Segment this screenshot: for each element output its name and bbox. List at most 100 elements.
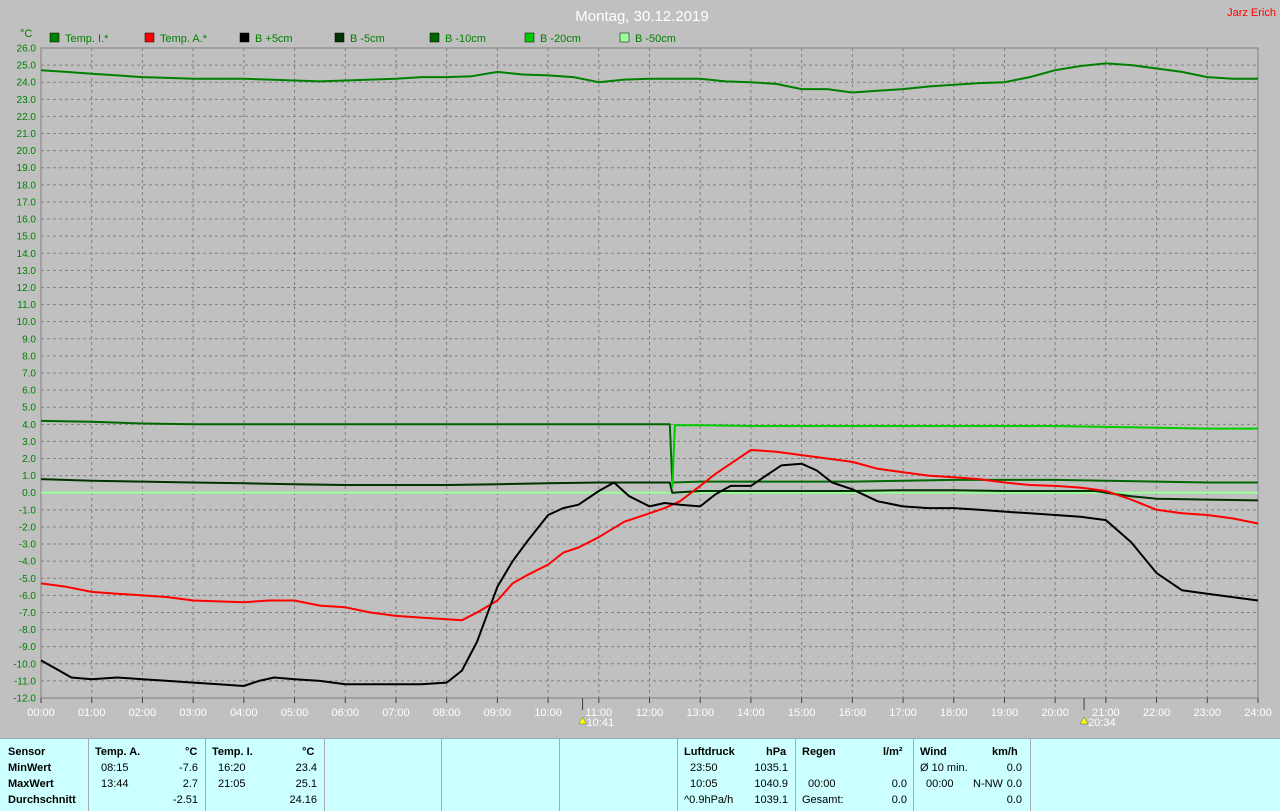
y-tick-label: -8.0 <box>19 625 37 636</box>
pressure-r1-time: 23:50 <box>690 762 718 774</box>
y-tick-label: 21.0 <box>17 129 37 140</box>
legend: Temp. I.* Temp. A.* B +5cm B -5cm B -10cm B -… <box>49 32 676 45</box>
y-tick-label: 14.0 <box>17 249 37 260</box>
x-tick-label: 04:00 <box>230 707 258 719</box>
x-tick-label: 23:00 <box>1194 707 1222 719</box>
x-tick-label: 09:00 <box>484 707 512 719</box>
y-tick-label: 0.0 <box>22 488 36 499</box>
x-tick-label: 15:00 <box>788 707 816 719</box>
legend-label: B -10cm <box>445 33 486 45</box>
stats-avg-label: Durchschnitt <box>8 794 76 806</box>
y-tick-label: -2.0 <box>19 522 37 533</box>
x-tick-label: 03:00 <box>179 707 207 719</box>
pressure-r3-value: 1039.1 <box>754 794 788 806</box>
wind-r2-direction: N-NW <box>973 778 1003 790</box>
y-tick-label: -12.0 <box>13 694 36 705</box>
rain-r2-value: 0.0 <box>891 778 907 790</box>
y-tick-label: 12.0 <box>17 283 37 294</box>
y-axis-unit: °C <box>20 28 32 40</box>
y-tick-label: -3.0 <box>19 540 37 551</box>
legend-swatch <box>619 32 630 43</box>
y-tick-label: 20.0 <box>17 146 37 157</box>
y-tick-label: 15.0 <box>17 232 37 243</box>
legend-swatch <box>334 32 345 43</box>
y-tick-label: 18.0 <box>17 180 37 191</box>
rain-unit: l/m² <box>883 746 903 758</box>
y-tick-label: 11.0 <box>17 300 36 311</box>
legend-swatch <box>144 32 155 43</box>
legend-label: B -50cm <box>635 33 676 45</box>
y-tick-label: 4.0 <box>22 420 36 431</box>
temp-a-unit: °C <box>185 746 198 758</box>
y-tick-label: 9.0 <box>22 334 36 345</box>
x-tick-label: 00:00 <box>27 707 55 719</box>
y-tick-label: 5.0 <box>22 403 36 414</box>
pressure-header: Luftdruck <box>684 746 735 758</box>
temp-i-min-time: 16:20 <box>218 762 246 774</box>
y-tick-label: -5.0 <box>19 574 37 585</box>
temp-a-max-value: 2.7 <box>182 778 198 790</box>
x-tick-label: 13:00 <box>686 707 714 719</box>
temp-i-avg: 24.16 <box>289 794 317 806</box>
y-tick-label: -6.0 <box>19 591 37 602</box>
sunset-label: 20:34 <box>1088 717 1116 729</box>
y-axis-ticks: 26.0 25.0 24.0 23.0 22.0 21.0 20.0 19.0 18.0 17.0… <box>13 44 36 705</box>
x-tick-label: 02:00 <box>129 707 157 719</box>
y-tick-label: 23.0 <box>17 95 37 106</box>
y-tick-label: 19.0 <box>17 163 37 174</box>
x-tick-label: 17:00 <box>889 707 917 719</box>
y-tick-label: 10.0 <box>17 317 37 328</box>
x-tick-label: 18:00 <box>940 707 968 719</box>
grid <box>40 47 1259 703</box>
pressure-r2-value: 1040.9 <box>754 778 788 790</box>
rain-r2-time: 00:00 <box>808 778 836 790</box>
y-tick-label: 6.0 <box>22 386 36 397</box>
y-tick-label: -7.0 <box>19 608 37 619</box>
pressure-r1-value: 1035.1 <box>754 762 788 774</box>
pressure-r2-time: 10:05 <box>690 778 718 790</box>
chart-area: Montag, 30.12.2019 Jarz Erich °C Temp. I… <box>13 7 1276 729</box>
temp-a-header: Temp. A. <box>95 746 141 758</box>
rain-total-label: Gesamt: <box>802 794 844 806</box>
stats-min-label: MinWert <box>8 762 52 774</box>
temp-i-unit: °C <box>302 746 315 758</box>
wind-r2-time: 00:00 <box>926 778 954 790</box>
rain-total-value: 0.0 <box>891 794 907 806</box>
user-name: Jarz Erich <box>1227 7 1276 19</box>
x-tick-label: 06:00 <box>331 707 359 719</box>
temp-i-max-value: 25.1 <box>295 778 317 790</box>
legend-label: B -5cm <box>350 33 385 45</box>
legend-label: Temp. A.* <box>160 33 208 45</box>
temp-i-header: Temp. I. <box>212 746 253 758</box>
pressure-trend: ^0.9hPa/h <box>684 794 734 806</box>
sunset-icon <box>1079 716 1089 725</box>
y-tick-label: 8.0 <box>22 351 36 362</box>
stats-sensor-label: Sensor <box>8 746 46 758</box>
legend-label: B +5cm <box>255 33 293 45</box>
x-tick-label: 07:00 <box>382 707 410 719</box>
legend-label: Temp. I.* <box>65 33 109 45</box>
x-tick-label: 20:00 <box>1041 707 1069 719</box>
x-axis-ticks: 00:00 01:00 02:00 03:00 04:00 05:00 06:00 07:00… <box>27 707 1272 719</box>
wind-r2-value: 0.0 <box>1006 778 1022 790</box>
stats-panel: Sensor MinWert MaxWert Durchschnitt Temp… <box>0 738 1280 811</box>
y-tick-label: -9.0 <box>19 642 37 653</box>
chart-title: Montag, 30.12.2019 <box>575 8 708 25</box>
x-tick-label: 01:00 <box>78 707 106 719</box>
legend-label: B -20cm <box>540 33 581 45</box>
wind-r1-label: Ø 10 min. <box>920 762 968 774</box>
y-tick-label: -11.0 <box>14 676 36 687</box>
y-tick-label: 13.0 <box>17 266 37 277</box>
temp-i-max-time: 21:05 <box>218 778 246 790</box>
pressure-unit: hPa <box>766 746 787 758</box>
y-tick-label: 2.0 <box>22 454 36 465</box>
temp-a-max-time: 13:44 <box>101 778 129 790</box>
y-tick-label: 1.0 <box>22 471 36 482</box>
y-tick-label: 22.0 <box>17 112 37 123</box>
x-tick-label: 22:00 <box>1143 707 1171 719</box>
rain-header: Regen <box>802 746 836 758</box>
wind-r1-value: 0.0 <box>1006 762 1022 774</box>
sunrise-label: 10:41 <box>587 717 615 729</box>
legend-swatch <box>429 32 440 43</box>
wind-header: Wind <box>920 746 947 758</box>
